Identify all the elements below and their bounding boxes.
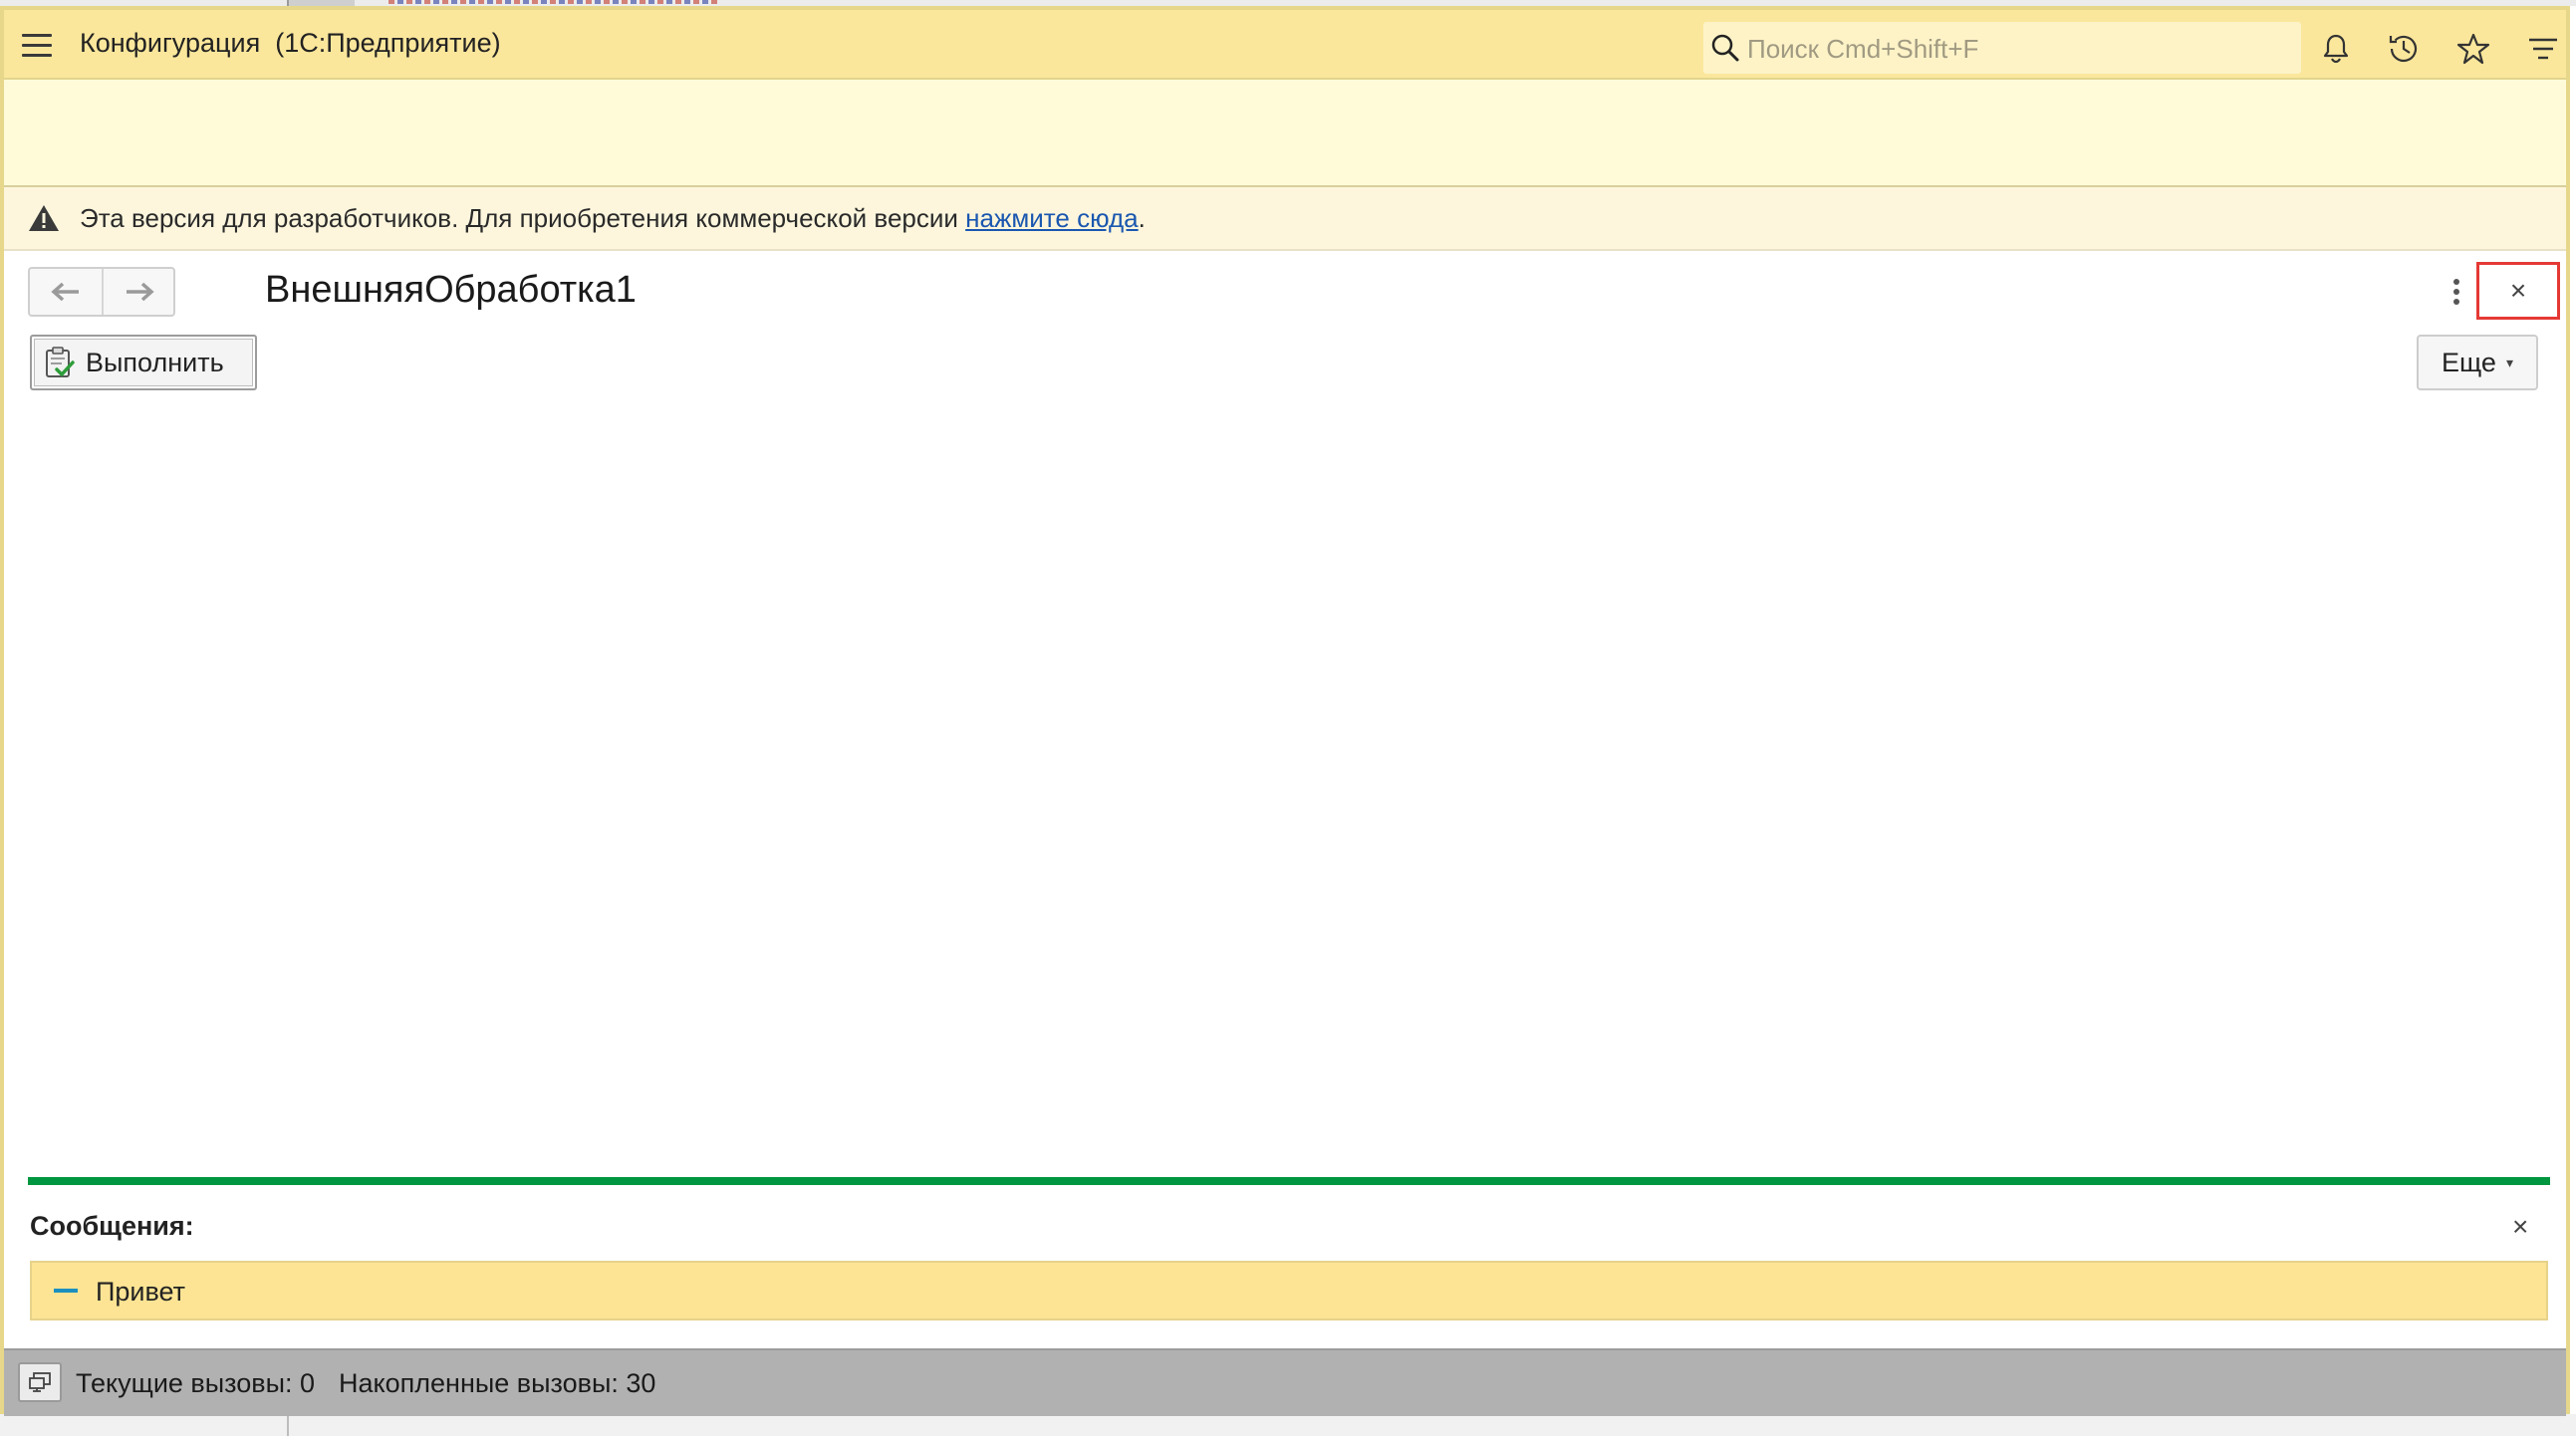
filter-menu-icon[interactable] (2524, 30, 2562, 68)
more-button[interactable]: Еще ▾ (2417, 335, 2538, 390)
messages-separator[interactable] (28, 1177, 2550, 1185)
star-icon[interactable] (2454, 30, 2492, 68)
banner-suffix: . (1138, 203, 1146, 233)
buy-commercial-link[interactable]: нажмите сюда (965, 203, 1138, 233)
more-label: Еще (2442, 347, 2496, 377)
banner-text: Эта версия для разработчиков. Для приобр… (80, 203, 1146, 234)
status-bar: Текущие вызовы: 0 Накопленные вызовы: 30 (4, 1348, 2566, 1416)
current-calls: Текущие вызовы: 0 (76, 1368, 316, 1398)
bell-icon[interactable] (2317, 30, 2355, 68)
background-code-text (388, 0, 717, 4)
close-messages-button[interactable]: × (2512, 1211, 2528, 1243)
monitor-windows-icon (29, 1372, 51, 1392)
message-item[interactable]: Привет (30, 1261, 2548, 1320)
background-window-edge-bottom (0, 1414, 2576, 1436)
search-icon (1711, 34, 1739, 62)
search-input[interactable] (1745, 28, 2287, 70)
form-title: ВнешняяОбработка1 (265, 269, 637, 311)
back-button[interactable] (30, 269, 104, 315)
accumulated-calls: Накопленные вызовы: 30 (339, 1368, 656, 1398)
dropdown-arrow-icon: ▾ (2505, 354, 2513, 370)
performance-monitor-button[interactable] (18, 1362, 62, 1402)
title-bar: Конфигурация (1С:Предприятие) (4, 10, 2566, 80)
forward-button[interactable] (104, 269, 175, 315)
message-text: Привет (96, 1277, 186, 1307)
messages-title: Сообщения: (30, 1211, 194, 1241)
execute-button[interactable]: Выполнить (30, 335, 257, 390)
history-icon[interactable] (2385, 30, 2423, 68)
warning-icon (29, 205, 59, 231)
arrow-left-icon (51, 282, 79, 302)
app-window: Конфигурация (1С:Предприятие) Поиск Cmd+… (0, 6, 2570, 1416)
hamburger-menu-icon[interactable] (22, 34, 52, 57)
clipboard-check-icon (46, 347, 75, 377)
arrow-right-icon (127, 282, 154, 302)
app-title: Конфигурация (1С:Предприятие) (80, 28, 501, 58)
banner-message: Эта версия для разработчиков. Для приобр… (80, 203, 966, 233)
search-box[interactable] (1703, 22, 2301, 74)
sections-panel (4, 80, 2566, 187)
more-actions-icon[interactable] (2450, 279, 2462, 309)
execute-label: Выполнить (86, 347, 224, 377)
message-dash-icon (54, 1289, 78, 1293)
navigation-buttons (28, 267, 175, 317)
close-form-button[interactable]: × (2476, 262, 2560, 320)
background-separator (287, 1414, 289, 1436)
developer-version-banner: Эта версия для разработчиков. Для приобр… (4, 187, 2566, 251)
